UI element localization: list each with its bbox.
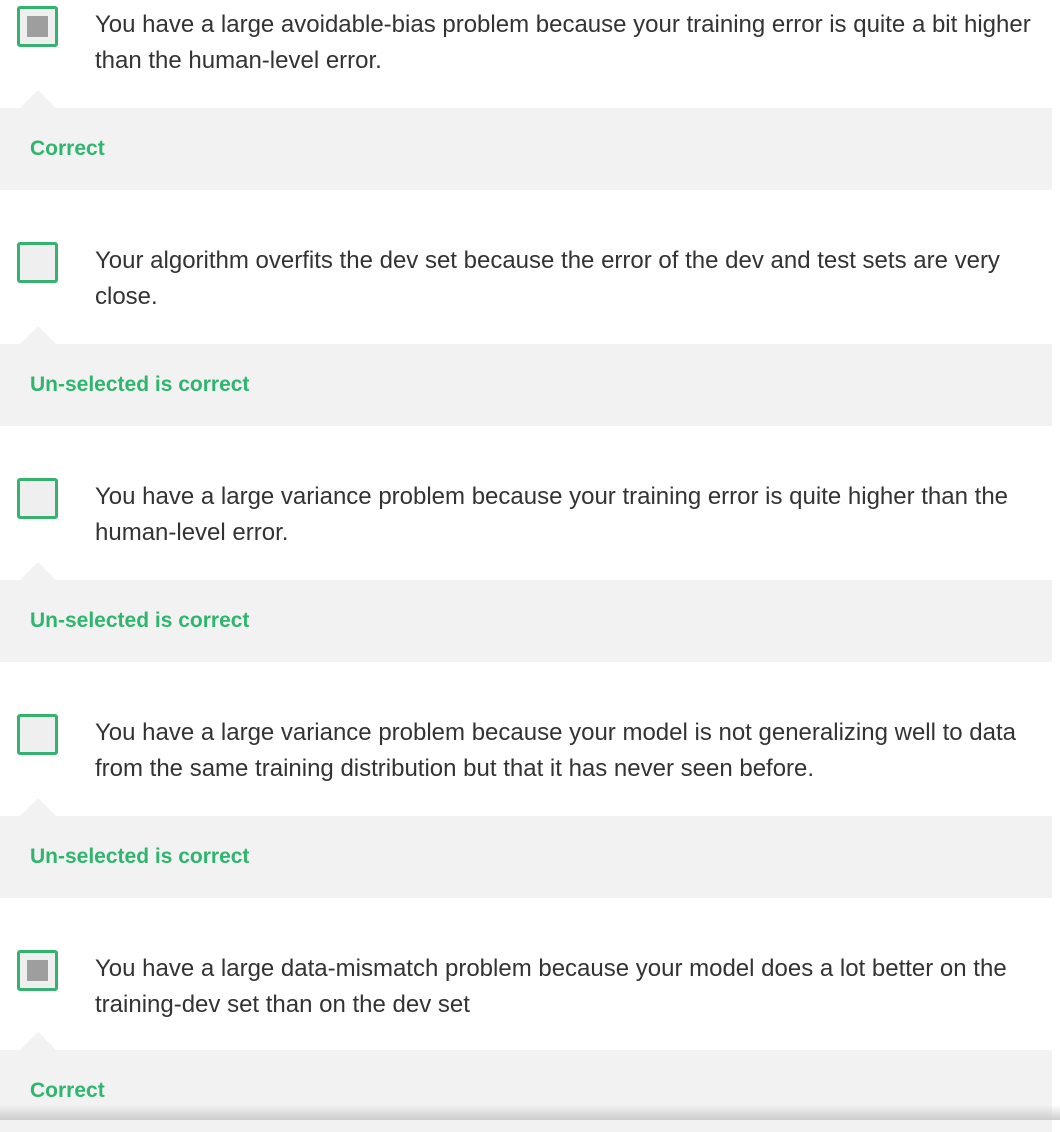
feedback-panel-3: Un-selected is correct — [0, 562, 1052, 662]
feedback-label-3: Un-selected is correct — [30, 609, 250, 632]
option-5-text: You have a large data-mismatch problem b… — [95, 955, 1007, 1018]
answer-option: You have a large variance problem becaus… — [0, 708, 1052, 898]
checkbox-option-3[interactable] — [17, 478, 58, 519]
answer-option: You have a large data-mismatch problem b… — [0, 944, 1052, 1132]
feedback-arrow — [20, 326, 56, 344]
answer-option: Your algorithm overfits the dev set beca… — [0, 236, 1052, 426]
checkbox-checked-mark — [27, 16, 48, 37]
option-1-text: You have a large avoidable-bias problem … — [95, 11, 1031, 74]
feedback-label-1: Correct — [30, 137, 105, 160]
answer-option: You have a large variance problem becaus… — [0, 472, 1052, 662]
feedback-arrow — [20, 562, 56, 580]
checkbox-option-2[interactable] — [17, 242, 58, 283]
feedback-panel-2: Un-selected is correct — [0, 326, 1052, 426]
feedback-label-2: Un-selected is correct — [30, 373, 250, 396]
option-4-text: You have a large variance problem becaus… — [95, 719, 1017, 782]
feedback-arrow — [20, 798, 56, 816]
checkbox-option-5[interactable] — [17, 950, 58, 991]
option-2-text: Your algorithm overfits the dev set beca… — [95, 247, 1000, 310]
feedback-arrow — [20, 1032, 56, 1050]
feedback-arrow — [20, 90, 56, 108]
feedback-panel-1: Correct — [0, 90, 1052, 190]
bottom-scroll-shadow — [0, 1105, 1060, 1120]
checkbox-option-1[interactable] — [17, 6, 58, 47]
option-3-text: You have a large variance problem becaus… — [95, 483, 1009, 546]
feedback-label-4: Un-selected is correct — [30, 845, 250, 868]
feedback-panel-4: Un-selected is correct — [0, 798, 1052, 898]
checkbox-option-4[interactable] — [17, 714, 58, 755]
checkbox-checked-mark — [27, 960, 48, 981]
answer-option: You have a large avoidable-bias problem … — [0, 0, 1052, 190]
